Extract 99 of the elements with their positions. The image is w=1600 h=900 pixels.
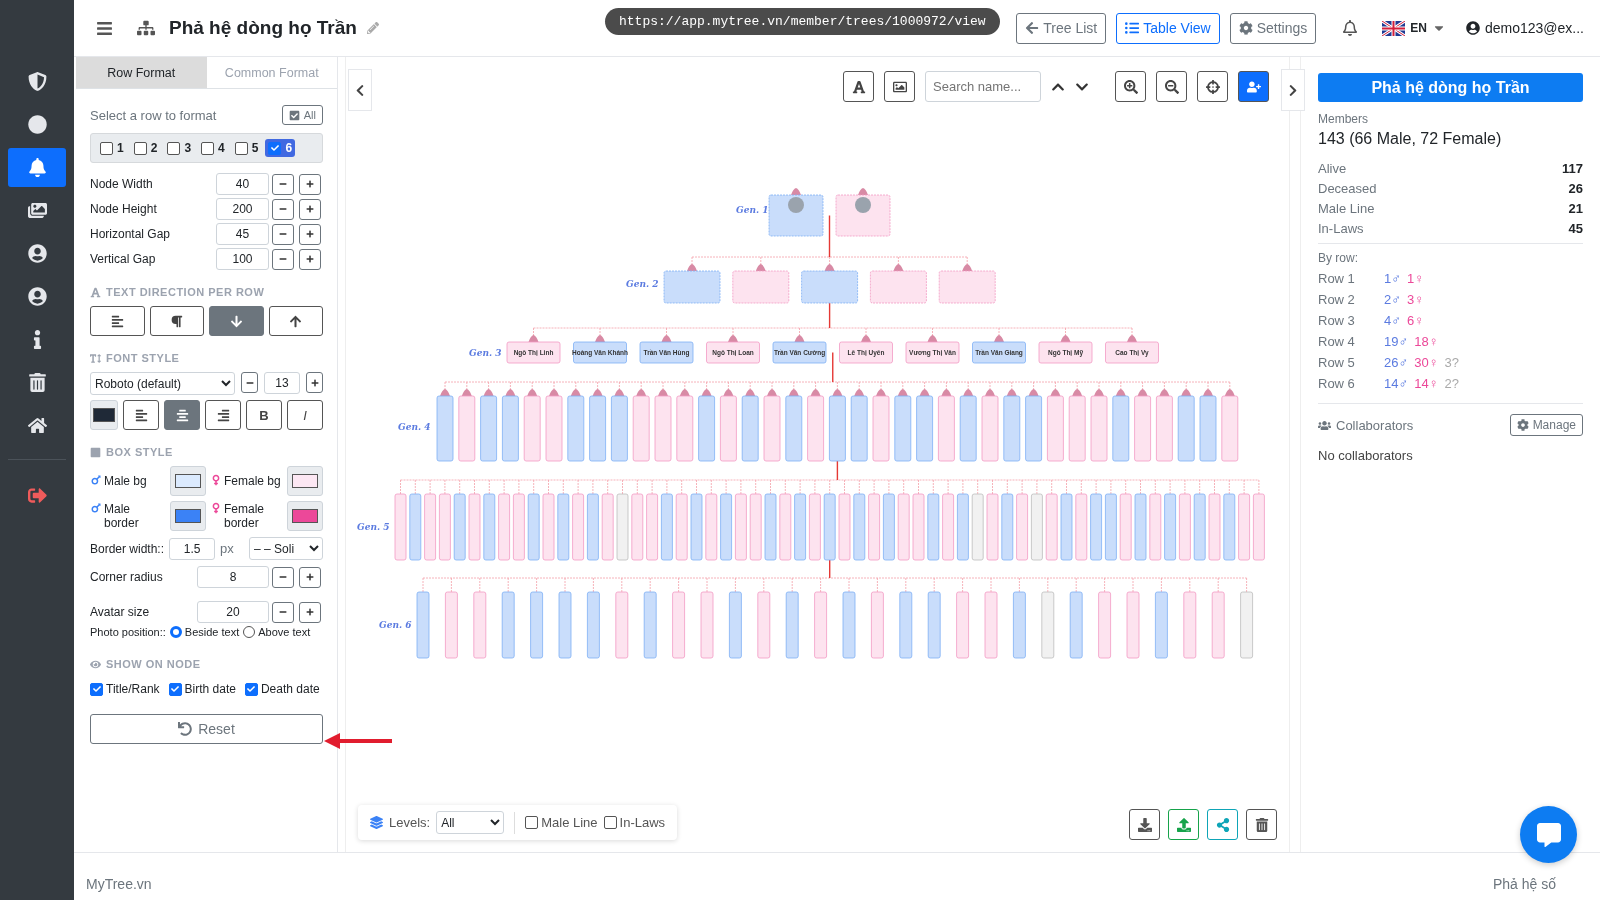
generation-label: Gen. 2 bbox=[626, 279, 659, 289]
color-label: Male bg bbox=[90, 473, 166, 489]
field-label: Corner radius bbox=[90, 570, 164, 584]
field-label: Node Width bbox=[90, 177, 154, 191]
generation-label: Gen. 6 bbox=[379, 620, 412, 630]
male-count: 2♂ bbox=[1384, 292, 1401, 307]
stat-label: Deceased bbox=[1318, 181, 1377, 196]
generation-label: Gen. 4 bbox=[398, 422, 431, 432]
stat-value: 45 bbox=[1568, 221, 1583, 236]
border-style-select[interactable]: – – Soli bbox=[249, 537, 323, 560]
generation-label: Gen. 5 bbox=[357, 522, 390, 532]
row-label: Row 5 bbox=[1318, 355, 1356, 370]
male-count: 4♂ bbox=[1384, 313, 1401, 328]
number-field[interactable]: 100 bbox=[216, 248, 269, 270]
field-label: Photo position:: bbox=[90, 626, 166, 638]
reset-button[interactable]: Reset bbox=[90, 714, 323, 744]
tree-title: Phả hệ dòng họ Trần bbox=[169, 17, 357, 39]
number-field[interactable]: 20 bbox=[197, 601, 269, 623]
language-switcher[interactable]: EN bbox=[1382, 20, 1446, 36]
collaborators-empty: No collaborators bbox=[1318, 448, 1413, 463]
row-prompt: Select a row to format bbox=[90, 107, 217, 123]
view-button[interactable]: Table View bbox=[1116, 12, 1220, 44]
row-label: Row 6 bbox=[1318, 376, 1356, 391]
row-label: Row 4 bbox=[1318, 334, 1356, 349]
stat-value: 21 bbox=[1568, 201, 1583, 216]
female-count: 1♀ bbox=[1407, 271, 1424, 286]
color-label: Female bg bbox=[210, 473, 283, 489]
row-label: Row 1 bbox=[1318, 271, 1356, 286]
row-checkbox[interactable]: 5 bbox=[231, 139, 262, 157]
collaborators-label: Collaborators bbox=[1336, 417, 1414, 433]
row-checkbox[interactable]: 6 bbox=[265, 139, 296, 157]
row-label: Row 2 bbox=[1318, 292, 1356, 307]
female-count: 3♀ bbox=[1407, 292, 1424, 307]
option-checkbox[interactable]: Death date bbox=[244, 682, 320, 696]
row-checkbox[interactable]: 2 bbox=[130, 139, 161, 157]
stat-value: 117 bbox=[1562, 161, 1583, 176]
unknown-count: 2? bbox=[1444, 376, 1459, 391]
stat-label: Male Line bbox=[1318, 201, 1375, 216]
view-button[interactable]: Settings bbox=[1229, 12, 1317, 44]
field-label: Border width:: bbox=[90, 541, 165, 556]
footer-brand: MyTree.vn bbox=[86, 876, 152, 892]
section-heading: BOX STYLE bbox=[106, 446, 173, 458]
panel-tab[interactable]: Row Format bbox=[76, 57, 207, 88]
user-menu[interactable]: demo123@ex... bbox=[1465, 20, 1584, 36]
stat-label: In-Laws bbox=[1318, 221, 1364, 236]
male-count: 19♂ bbox=[1384, 334, 1409, 349]
female-count: 30♀ bbox=[1414, 355, 1439, 370]
members-label: Members bbox=[1318, 112, 1369, 126]
members-count: 143 (66 Male, 72 Female) bbox=[1318, 130, 1503, 148]
search-field[interactable]: Search name... bbox=[925, 71, 1041, 102]
option-checkbox[interactable]: Title/Rank bbox=[90, 682, 160, 696]
stat-label: Alive bbox=[1318, 161, 1347, 176]
row-checkbox[interactable]: 4 bbox=[198, 139, 228, 157]
url-tooltip: https://app.mytree.vn/member/trees/1000972/view bbox=[605, 8, 1000, 35]
levels-label: Levels: bbox=[389, 815, 431, 830]
male-count: 26♂ bbox=[1384, 355, 1409, 370]
view-button[interactable]: Tree List bbox=[1016, 12, 1107, 44]
radio-option[interactable]: Above text bbox=[243, 626, 311, 638]
field-label: Node Height bbox=[90, 202, 158, 216]
font-size-field[interactable]: 13 bbox=[264, 372, 300, 394]
unit-label: px bbox=[220, 541, 235, 556]
manage-button[interactable]: Manage bbox=[1509, 414, 1583, 436]
female-count: 6♀ bbox=[1407, 313, 1424, 328]
filter-checkbox[interactable]: Male Line bbox=[525, 815, 598, 830]
male-count: 1♂ bbox=[1384, 271, 1401, 286]
select-all-button[interactable]: All bbox=[281, 105, 323, 125]
color-label: Male border bbox=[90, 502, 166, 530]
section-heading: TEXT DIRECTION PER ROW bbox=[106, 286, 265, 298]
color-label: Female border bbox=[210, 502, 283, 530]
footer-tagline: Phả hệ số bbox=[1492, 876, 1556, 892]
radio-option[interactable]: Beside text bbox=[169, 626, 240, 638]
by-row-label: By row: bbox=[1318, 251, 1359, 265]
filter-checkbox[interactable]: In-Laws bbox=[603, 815, 666, 830]
font-select[interactable]: Roboto (default) bbox=[90, 372, 235, 395]
levels-select[interactable]: All bbox=[436, 811, 505, 834]
section-heading: FONT STYLE bbox=[106, 352, 180, 364]
field-label: Horizontal Gap bbox=[90, 227, 172, 241]
italic-button[interactable]: I bbox=[287, 400, 323, 430]
unknown-count: 3? bbox=[1444, 355, 1459, 370]
female-count: 18♀ bbox=[1414, 334, 1439, 349]
field-label: Vertical Gap bbox=[90, 252, 157, 266]
generation-label: Gen. 3 bbox=[469, 348, 502, 358]
number-field[interactable]: 45 bbox=[216, 223, 269, 245]
bold-button[interactable]: B bbox=[246, 400, 282, 430]
field-label: Avatar size bbox=[90, 605, 151, 619]
number-field[interactable]: 40 bbox=[216, 173, 269, 195]
row-label: Row 3 bbox=[1318, 313, 1356, 328]
row-checkbox[interactable]: 3 bbox=[164, 139, 195, 157]
number-field[interactable]: 200 bbox=[216, 198, 269, 220]
generation-label: Gen. 1 bbox=[736, 205, 769, 215]
row-checkbox[interactable]: 1 bbox=[97, 139, 127, 157]
female-count: 14♀ bbox=[1414, 376, 1439, 391]
male-count: 14♂ bbox=[1384, 376, 1409, 391]
stat-value: 26 bbox=[1568, 181, 1583, 196]
number-field[interactable]: 1.5 bbox=[169, 537, 216, 560]
number-field[interactable]: 8 bbox=[197, 566, 269, 588]
option-checkbox[interactable]: Birth date bbox=[168, 682, 236, 696]
section-heading: SHOW ON NODE bbox=[106, 658, 201, 670]
tree-name-banner: Phả hệ dòng họ Trần bbox=[1318, 73, 1583, 102]
